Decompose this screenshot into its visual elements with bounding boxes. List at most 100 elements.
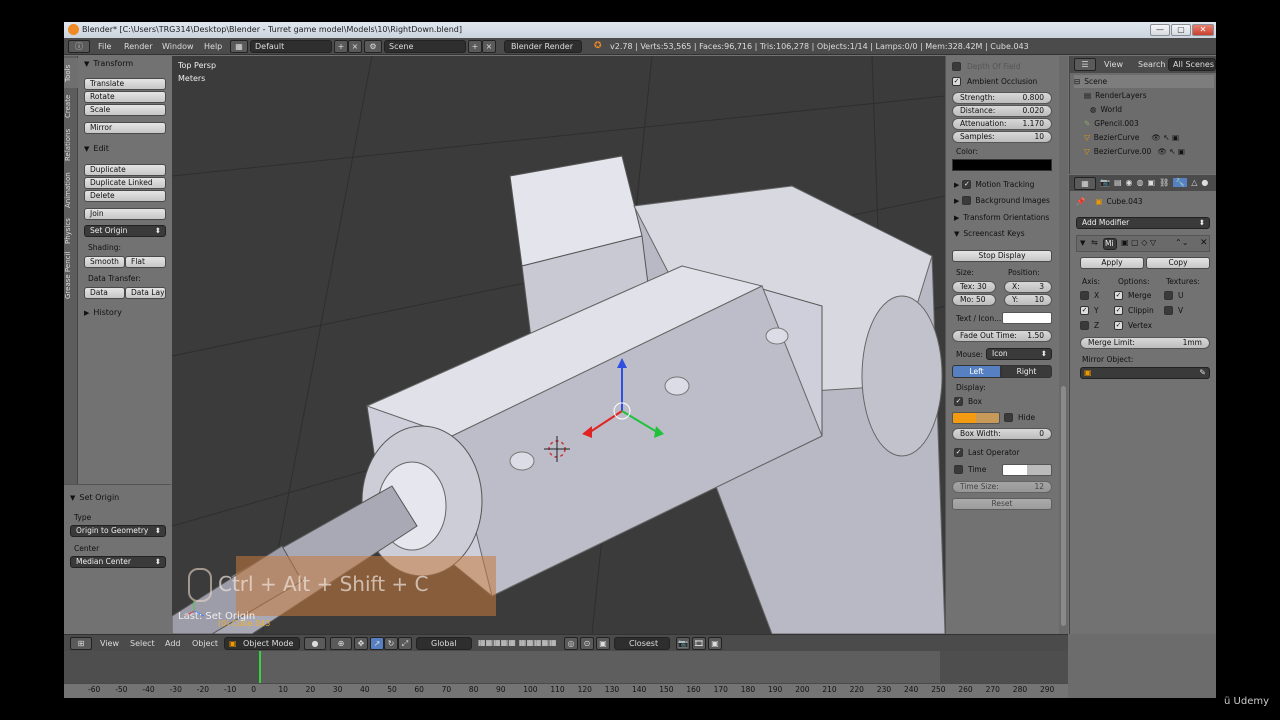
pin-icon[interactable]: 📌 [1076,197,1085,206]
time-color-swatch[interactable] [1002,464,1052,476]
remove-scene-icon[interactable]: × [482,40,496,53]
duplicate-linked-button[interactable]: Duplicate Linked [84,177,166,189]
mirror-modifier-header[interactable]: ▼ ⇋ Mi ▣ ▢ ◇ ▽ ⌃⌄ ✕ [1076,235,1210,252]
close-button[interactable]: ✕ [1192,24,1214,36]
copy-button[interactable]: Copy [1146,257,1210,269]
move-modifier-icons[interactable]: ⌃⌄ [1175,238,1188,247]
vertex-row[interactable]: ✓ Vertex [1114,321,1152,330]
transform-orientations-row[interactable]: ▶ Transform Orientations [954,213,1049,222]
outliner-view-menu[interactable]: View [1104,60,1123,69]
strength-field[interactable]: Strength: 0.800 [952,92,1052,104]
layers-tab-icon[interactable]: ▤ [1114,178,1122,187]
viewport-editor-icon[interactable]: ⊞ [70,637,92,650]
left-button[interactable]: Left [952,365,1001,378]
depth-of-field-row[interactable]: Depth Of Field [952,62,1020,71]
samples-field[interactable]: Samples: 10 [952,131,1052,143]
tex-size-field[interactable]: Tex: 30 [952,281,996,293]
tab-physics[interactable]: Physics [64,214,78,248]
texture-u-row[interactable]: U [1164,291,1184,300]
box-width-field[interactable]: Box Width: 0 [952,428,1052,440]
object-menu[interactable]: Object [192,639,218,648]
opengl-render-icon[interactable]: ▣ [708,637,722,650]
transform-panel-header[interactable]: ▼ Transform [84,59,133,68]
add-menu[interactable]: Add [165,639,181,648]
scale-manipulator-icon[interactable]: ⤢ [398,637,412,650]
tab-relations[interactable]: Relations [64,124,78,166]
expand-triangle-icon[interactable]: ▼ [1080,239,1085,247]
properties-scrollbar[interactable] [1059,56,1068,634]
axis-z-row[interactable]: Z [1080,321,1099,330]
layout-select[interactable]: Default [250,40,332,53]
texture-v-row[interactable]: V [1164,306,1183,315]
3d-viewport[interactable]: Top Persp Meters Ctrl + Alt + Shift + C … [172,56,945,634]
tab-create[interactable]: Create [64,90,78,122]
mouse-display-select[interactable]: Icon ⬍ [986,348,1052,360]
scene-icon[interactable]: ⚙ [364,40,382,53]
reset-button[interactable]: Reset [952,498,1052,510]
ao-checkbox[interactable]: ✓ [952,77,961,86]
layout-grid-icon[interactable]: ▦ [230,40,248,53]
properties-context-tabs[interactable]: 📷 ▤ ◉ ◍ ▣ ⛓ 🔧 △ ● [1100,178,1208,187]
right-button[interactable]: Right [1001,365,1052,378]
hide-row[interactable]: Hide [1004,413,1035,422]
add-scene-icon[interactable]: + [468,40,482,53]
distance-field[interactable]: Distance: 0.020 [952,105,1052,117]
manipulator-toggle-icon[interactable]: ✥ [354,637,368,650]
render-tab-icon[interactable]: 📷 [1100,178,1110,187]
constraints-tab-icon[interactable]: ⛓ [1159,178,1169,187]
outliner-row-renderlayers[interactable]: ▤ RenderLayers [1084,89,1147,102]
tab-animation[interactable]: Animation [64,168,78,212]
editor-type-icon[interactable]: ⓘ [68,40,90,53]
background-images-row[interactable]: ▶ Background Images [954,196,1050,205]
join-button[interactable]: Join [84,208,166,220]
outliner-row-world[interactable]: ◍ World [1090,103,1122,116]
motion-tracking-row[interactable]: ▶ ✓ Motion Tracking [954,180,1034,189]
menu-render[interactable]: Render [124,42,152,51]
position-x-field[interactable]: X: 3 [1004,281,1052,293]
scrollbar-thumb[interactable] [1061,386,1066,626]
last-operator-row[interactable]: ✓ Last Operator [954,448,1020,457]
axis-y-row[interactable]: ✓ Y [1080,306,1099,315]
mirror-object-field[interactable]: ▣ ✎ [1080,367,1210,379]
outliner-editor-icon[interactable]: ☰ [1074,58,1096,71]
attenuation-field[interactable]: Attenuation: 1.170 [952,118,1052,130]
timeline[interactable]: -60 -50 -40 -30 -20 -10 0 10 20 30 40 50 60 70 80 90 100… [64,651,1068,698]
stop-display-button[interactable]: Stop Display [952,250,1052,262]
add-modifier-select[interactable]: Add Modifier ⬍ [1076,217,1210,229]
delete-button[interactable]: Delete [84,190,166,202]
box-color-swatch[interactable] [952,412,1000,424]
material-tab-icon[interactable]: ● [1201,178,1208,187]
layer-buttons[interactable]: ▦▦▦▦▦ ▦▦▦▦▦ [478,638,557,647]
fade-out-time-field[interactable]: Fade Out Time: 1.50 [952,330,1052,342]
outliner-row-beziercurve[interactable]: ▽ BezierCurve 👁 ↖ ▣ [1084,131,1179,144]
render-anim-icon[interactable]: 🎞 [692,637,706,650]
select-menu[interactable]: Select [130,639,155,648]
set-origin-panel-header[interactable]: ▼ Set Origin [70,493,119,502]
outliner-row-beziercurve-00[interactable]: ▽ BezierCurve.00 👁 ↖ ▣ [1084,145,1185,158]
minimize-button[interactable]: — [1150,24,1170,36]
current-frame-indicator[interactable] [259,651,261,683]
clipping-row[interactable]: ✓ Clippin [1114,306,1154,315]
menu-window[interactable]: Window [162,42,194,51]
properties-editor-icon[interactable]: ▦ [1074,177,1096,190]
time-row[interactable]: Time [954,465,986,474]
data-button[interactable]: Data [84,287,125,299]
maximize-button[interactable]: ▢ [1171,24,1191,36]
flat-button[interactable]: Flat [125,256,166,268]
mo-size-field[interactable]: Mo: 50 [952,294,996,306]
origin-type-select[interactable]: Origin to Geometry ⬍ [70,525,166,537]
pivot-icon[interactable]: ⊕ [330,637,352,650]
apply-button[interactable]: Apply [1080,257,1144,269]
duplicate-button[interactable]: Duplicate [84,164,166,176]
modifiers-tab-icon[interactable]: 🔧 [1173,178,1188,187]
translate-manipulator-icon[interactable]: ↗ [370,637,384,650]
mirror-button[interactable]: Mirror [84,122,166,134]
transform-orientation-select[interactable]: Global [416,637,472,650]
data-layout-button[interactable]: Data Layo [125,287,166,299]
edit-panel-header[interactable]: ▼ Edit [84,144,109,153]
time-size-field[interactable]: Time Size: 12 [952,481,1052,493]
merge-row[interactable]: ✓ Merge [1114,291,1151,300]
snap-target-select[interactable]: Closest [614,637,670,650]
history-panel-header[interactable]: ▶ History [84,308,122,317]
world-tab-icon[interactable]: ◍ [1137,178,1144,187]
